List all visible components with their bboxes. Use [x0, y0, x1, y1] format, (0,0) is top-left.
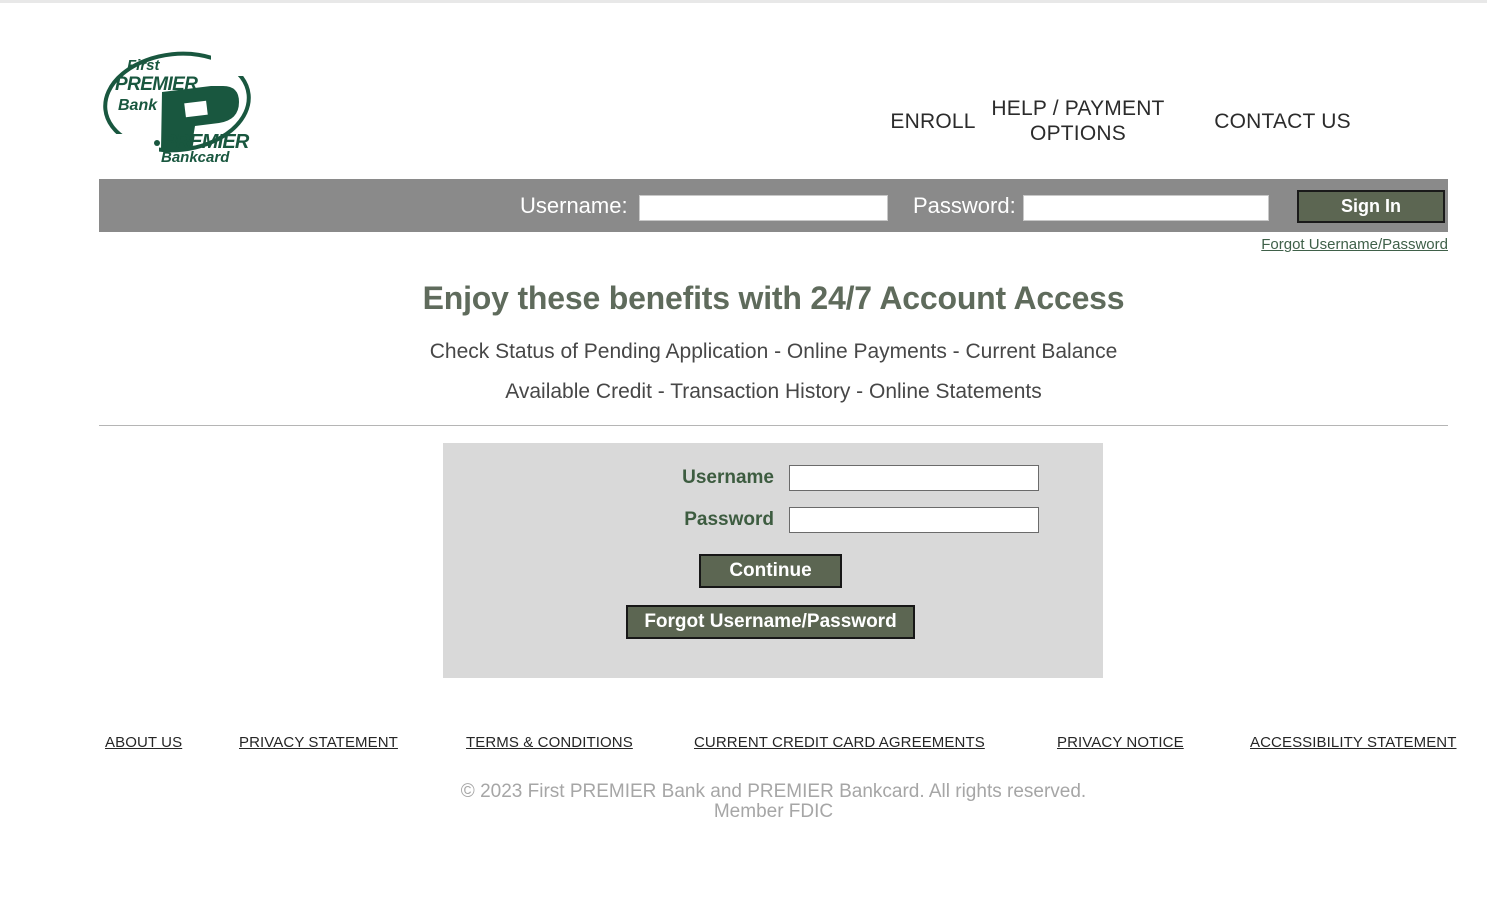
svg-text:Bank: Bank [118, 97, 158, 114]
login-username-label: Username [682, 467, 774, 488]
section-divider [99, 425, 1448, 426]
footer-link-privacy-notice[interactable]: PRIVACY NOTICE [1057, 734, 1184, 751]
sign-in-button[interactable]: Sign In [1297, 190, 1445, 223]
footer-link-accessibility-statement[interactable]: ACCESSIBILITY STATEMENT [1250, 734, 1457, 751]
footer-link-terms-conditions[interactable]: TERMS & CONDITIONS [466, 734, 633, 751]
benefits-line-2: Available Credit - Transaction History -… [505, 380, 1042, 403]
continue-button[interactable]: Continue [699, 554, 842, 588]
forgot-username-password-link[interactable]: Forgot Username/Password [1261, 236, 1448, 253]
login-password-label: Password [684, 509, 774, 530]
signin-bar: Username: Password: Sign In [99, 179, 1448, 232]
login-password-input[interactable] [789, 507, 1039, 533]
footer-link-privacy-statement[interactable]: PRIVACY STATEMENT [239, 734, 398, 751]
nav-item-help-payment-options[interactable]: HELP / PAYMENT OPTIONS [990, 96, 1166, 146]
copyright-block: © 2023 First PREMIER Bank and PREMIER Ba… [99, 782, 1448, 822]
signin-bar-username-input[interactable] [639, 195, 888, 221]
signin-bar-password-label: Password: [913, 193, 1016, 218]
footer-link-current-credit-card-agreements[interactable]: CURRENT CREDIT CARD AGREEMENTS [694, 734, 985, 751]
footer-links: ABOUT US PRIVACY STATEMENT TERMS & CONDI… [99, 734, 1456, 758]
benefits-heading: Enjoy these benefits with 24/7 Account A… [422, 280, 1125, 316]
svg-text:Bankcard: Bankcard [161, 149, 230, 162]
footer-link-about-us[interactable]: ABOUT US [105, 734, 182, 751]
nav-item-contact-us[interactable]: CONTACT US [1195, 109, 1370, 134]
signin-bar-password-input[interactable] [1023, 195, 1269, 221]
benefits-section: Enjoy these benefits with 24/7 Account A… [99, 272, 1448, 412]
svg-text:PREMIER: PREMIER [115, 74, 198, 95]
copyright-line-1: © 2023 First PREMIER Bank and PREMIER Ba… [460, 781, 1087, 802]
login-username-row: Username [443, 465, 1103, 491]
page-header: First PREMIER Bank PREMIER Bankcard ENRO… [0, 3, 1487, 179]
forgot-username-password-button[interactable]: Forgot Username/Password [626, 605, 915, 639]
forgot-username-password-link-top: Forgot Username/Password [0, 236, 1448, 253]
login-username-input[interactable] [789, 465, 1039, 491]
nav-item-enroll[interactable]: ENROLL [880, 109, 986, 134]
main-navigation: ENROLL HELP / PAYMENT OPTIONS CONTACT US [880, 89, 1370, 151]
login-password-row: Password [443, 507, 1103, 533]
benefits-line-1: Check Status of Pending Application - On… [429, 340, 1118, 363]
premier-bankcard-logo[interactable]: First PREMIER Bank PREMIER Bankcard [99, 50, 259, 162]
signin-bar-username-label: Username: [520, 193, 628, 218]
copyright-line-2: Member FDIC [713, 801, 834, 822]
svg-text:First: First [127, 57, 161, 74]
